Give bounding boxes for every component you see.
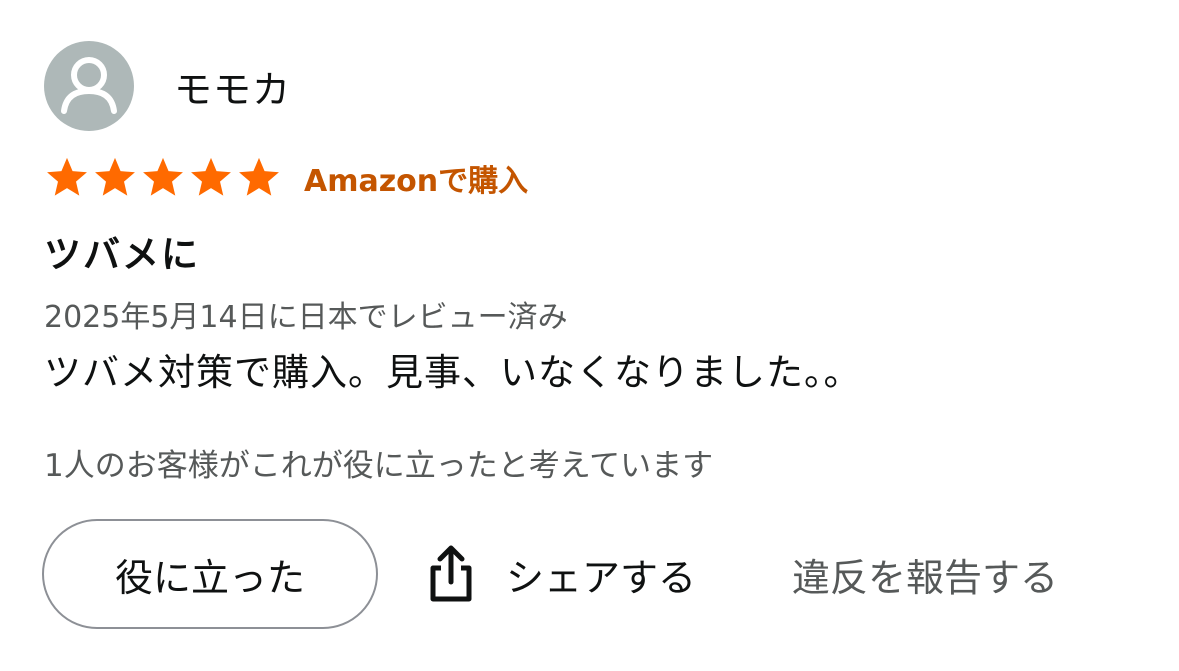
verified-purchase-badge: Amazonで購入 [304, 164, 529, 199]
star-icon [191, 157, 231, 196]
helpful-button-label: 役に立った [114, 555, 305, 600]
helpful-count: 1人のお客様がこれが役に立ったと考えています [44, 448, 714, 484]
share-button[interactable]: シェアする [426, 544, 696, 604]
reviewer-name[interactable]: モモカ [174, 59, 291, 114]
review-actions: 役に立った シェアする 違反を報告する [42, 519, 1144, 629]
helpful-button[interactable]: 役に立った [42, 519, 378, 629]
user-avatar-icon [44, 41, 134, 131]
star-icon [47, 157, 87, 196]
reviewer-profile[interactable]: モモカ [44, 40, 1144, 132]
review-card: モモカ Amazonで購入 ツバメに 2025年5月14日に日本でレビュー済み … [42, 40, 1144, 629]
share-label: シェアする [506, 555, 697, 600]
share-icon [430, 545, 472, 602]
review-date: 2025年5月14日に日本でレビュー済み [44, 300, 568, 335]
rating-row: Amazonで購入 [44, 154, 1144, 202]
report-abuse-link[interactable]: 違反を報告する [792, 547, 1058, 602]
star-icon [143, 157, 183, 196]
star-icon [239, 157, 279, 196]
star-icon [95, 157, 135, 196]
review-title: ツバメに [44, 233, 200, 276]
star-rating [44, 155, 282, 201]
review-body: ツバメ対策で購入。見事、いなくなりました。。 [44, 351, 862, 394]
